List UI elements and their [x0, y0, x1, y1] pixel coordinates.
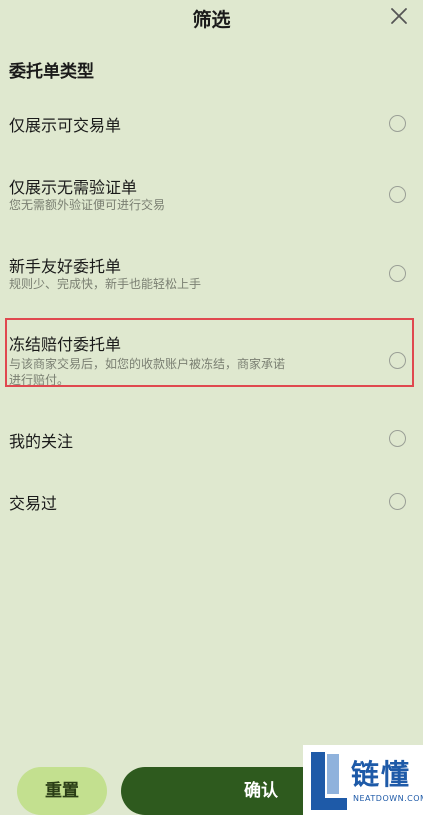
option-label: 仅展示无需验证单: [9, 178, 138, 197]
watermark: 链懂 NEATDOWN.COM: [303, 745, 423, 815]
watermark-text: 链懂: [351, 758, 412, 791]
radio-button[interactable]: [389, 352, 406, 369]
option-label: 新手友好委托单: [9, 257, 122, 276]
option-freeze-compensation[interactable]: 冻结赔付委托单 与该商家交易后，如您的收款账户被冻结，商家承诺 进行赔付。: [0, 324, 423, 387]
option-label: 我的关注: [9, 432, 74, 451]
option-no-verification[interactable]: 仅展示无需验证单 您无需额外验证便可进行交易: [0, 168, 423, 220]
option-traded-before[interactable]: 交易过: [0, 484, 423, 524]
filter-screen: 筛选 委托单类型 仅展示可交易单 仅展示无需验证单 您无需额外验证便可进行交易 …: [0, 0, 423, 815]
page-title: 筛选: [192, 9, 231, 31]
reset-button[interactable]: 重置: [17, 767, 107, 815]
option-description-line2: 进行赔付。: [9, 373, 70, 387]
section-title: 委托单类型: [9, 62, 94, 82]
option-label: 仅展示可交易单: [9, 116, 122, 135]
watermark-subtext: NEATDOWN.COM: [353, 794, 423, 803]
option-my-follows[interactable]: 我的关注: [0, 421, 423, 461]
option-label: 交易过: [9, 494, 58, 513]
option-label: 冻结赔付委托单: [9, 335, 122, 354]
close-icon: [391, 8, 407, 24]
radio-button[interactable]: [389, 115, 406, 132]
option-description: 规则少、完成快，新手也能轻松上手: [9, 277, 202, 291]
watermark-logo-icon: [311, 752, 347, 810]
option-description-line1: 与该商家交易后，如您的收款账户被冻结，商家承诺: [9, 357, 286, 371]
option-description: 您无需额外验证便可进行交易: [9, 198, 166, 212]
header: 筛选: [0, 0, 423, 34]
radio-button[interactable]: [389, 493, 406, 510]
radio-button[interactable]: [389, 265, 406, 282]
option-tradable-only[interactable]: 仅展示可交易单: [0, 104, 423, 144]
radio-button[interactable]: [389, 186, 406, 203]
radio-button[interactable]: [389, 430, 406, 447]
option-beginner-friendly[interactable]: 新手友好委托单 规则少、完成快，新手也能轻松上手: [0, 247, 423, 299]
close-button[interactable]: [389, 6, 409, 26]
